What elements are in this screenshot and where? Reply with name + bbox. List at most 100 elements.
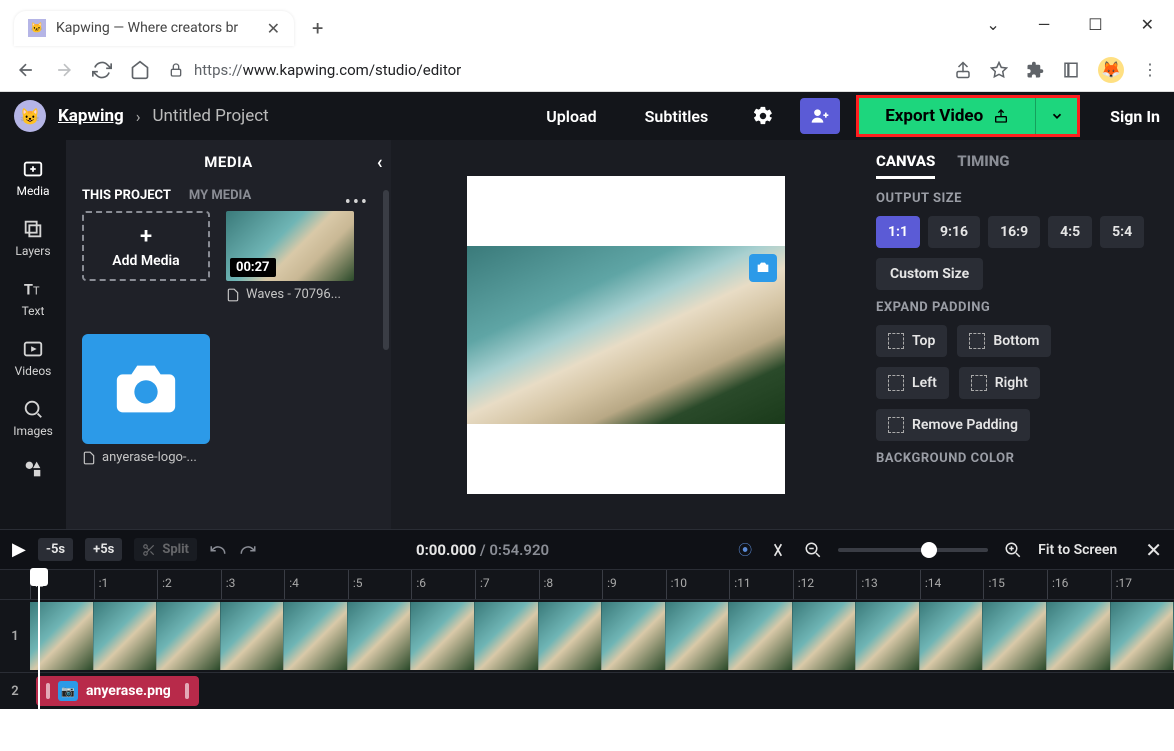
browser-tab[interactable]: 🐱 Kapwing — Where creators br ✕: [14, 11, 294, 46]
timeline-ruler[interactable]: :0:1:2:3:4:5:6:7:8:9:10:11:12:13:14:15:1…: [0, 569, 1174, 599]
clip-frame: [221, 602, 285, 670]
clip-name: Waves - 70796...: [246, 287, 341, 302]
tool-media[interactable]: Media: [0, 148, 66, 208]
forward-5s-button[interactable]: +5s: [85, 538, 122, 561]
export-dropdown-button[interactable]: [1035, 98, 1077, 134]
brand-link[interactable]: Kapwing: [58, 106, 124, 126]
window-minimize-icon[interactable]: —: [1038, 15, 1051, 34]
forward-icon[interactable]: [54, 60, 74, 80]
menu-dots-icon[interactable]: ⋮: [1142, 60, 1158, 79]
ratio-4-5[interactable]: 4:5: [1048, 216, 1092, 248]
tool-layers[interactable]: Layers: [0, 208, 66, 268]
export-video-button[interactable]: Export Video: [859, 98, 1035, 134]
subtitles-button[interactable]: Subtitles: [627, 107, 727, 126]
tab-close-icon[interactable]: ✕: [267, 19, 280, 38]
trim-icon[interactable]: [768, 540, 788, 560]
window-maximize-icon[interactable]: ☐: [1088, 15, 1102, 34]
upload-button[interactable]: Upload: [528, 107, 614, 126]
tool-text[interactable]: TT Text: [0, 268, 66, 328]
canvas-watermark-icon[interactable]: [749, 254, 777, 282]
share-icon[interactable]: [954, 61, 972, 79]
window-close-icon[interactable]: ✕: [1141, 15, 1154, 34]
ruler-tick: :2: [157, 570, 221, 599]
media-panel: MEDIA ‹ ••• THIS PROJECT MY MEDIA + Add …: [66, 140, 391, 529]
timeline-tracks: 1 2 📷 anyerase.png: [0, 599, 1174, 709]
new-tab-button[interactable]: +: [302, 10, 333, 46]
window-menu-icon[interactable]: ⌄: [986, 15, 999, 34]
zoom-slider[interactable]: [838, 548, 988, 552]
ratio-16-9[interactable]: 16:9: [988, 216, 1040, 248]
remove-padding-button[interactable]: Remove Padding: [876, 409, 1030, 441]
media-more-icon[interactable]: •••: [345, 192, 369, 213]
ruler-tick: :15: [983, 570, 1047, 599]
add-media-button[interactable]: + Add Media: [82, 211, 210, 281]
extensions-icon[interactable]: [1026, 61, 1044, 79]
redo-button[interactable]: [239, 541, 257, 559]
url-field[interactable]: https://www.kapwing.com/studio/editor: [168, 61, 936, 79]
media-panel-header: MEDIA ‹: [66, 140, 391, 184]
track-2-content[interactable]: 📷 anyerase.png: [30, 673, 1174, 709]
ruler-tick: :5: [348, 570, 412, 599]
pad-bottom-button[interactable]: Bottom: [957, 325, 1051, 357]
rewind-5s-button[interactable]: -5s: [38, 538, 73, 561]
undo-button[interactable]: [209, 541, 227, 559]
profile-extension-icon[interactable]: 🦊: [1098, 57, 1124, 83]
pad-icon: [888, 375, 904, 391]
images-icon: [22, 398, 44, 420]
pad-left-button[interactable]: Left: [876, 367, 949, 399]
file-icon: [82, 451, 96, 465]
media-clip-logo[interactable]: anyerase-logo-...: [82, 318, 210, 465]
image-clip[interactable]: 📷 anyerase.png: [36, 676, 199, 706]
clip-handle-left[interactable]: [46, 683, 50, 699]
home-icon[interactable]: [130, 60, 150, 80]
sign-in-link[interactable]: Sign In: [1110, 107, 1160, 126]
zoom-out-icon[interactable]: [804, 541, 822, 559]
track-number: 1: [0, 629, 30, 644]
collapse-panel-icon[interactable]: ‹: [377, 152, 383, 173]
settings-gear-icon[interactable]: [738, 105, 788, 127]
playhead[interactable]: [30, 568, 48, 586]
breadcrumb-separator: ›: [136, 107, 141, 126]
canvas-frame[interactable]: [467, 176, 785, 494]
ratio-1-1[interactable]: 1:1: [876, 216, 920, 248]
fit-to-screen-button[interactable]: Fit to Screen: [1038, 542, 1117, 558]
project-name[interactable]: Untitled Project: [153, 106, 269, 126]
media-clip-waves[interactable]: 00:27 Waves - 70796...: [226, 211, 354, 302]
tool-images[interactable]: Images: [0, 388, 66, 448]
media-tab-my-media[interactable]: MY MEDIA: [189, 188, 251, 203]
kapwing-logo-icon[interactable]: 😺: [14, 100, 46, 132]
tool-videos[interactable]: Videos: [0, 328, 66, 388]
canvas-video-layer[interactable]: [467, 246, 785, 424]
zoom-in-icon[interactable]: [1004, 541, 1022, 559]
close-timeline-icon[interactable]: ✕: [1145, 538, 1162, 562]
reading-list-icon[interactable]: [1062, 61, 1080, 79]
ruler-tick: :8: [539, 570, 603, 599]
media-scrollbar[interactable]: [383, 190, 389, 350]
export-share-icon: [993, 108, 1009, 124]
bookmark-star-icon[interactable]: [990, 61, 1008, 79]
ratio-5-4[interactable]: 5:4: [1100, 216, 1144, 248]
clip-frame: [602, 602, 666, 670]
props-tab-timing[interactable]: TIMING: [957, 152, 1009, 179]
zoom-slider-thumb[interactable]: [921, 542, 937, 558]
ruler-tick: :3: [221, 570, 285, 599]
pad-top-button[interactable]: Top: [876, 325, 947, 357]
video-clip[interactable]: [30, 602, 1174, 670]
track-1: 1: [0, 599, 1174, 672]
media-tab-this-project[interactable]: THIS PROJECT: [82, 188, 171, 203]
props-tab-canvas[interactable]: CANVAS: [876, 152, 935, 179]
back-icon[interactable]: [16, 60, 36, 80]
invite-button[interactable]: [800, 98, 840, 134]
split-button[interactable]: Split: [134, 538, 197, 561]
reload-icon[interactable]: [92, 60, 112, 80]
tool-elements[interactable]: [0, 448, 66, 490]
play-button[interactable]: ▶: [12, 539, 26, 560]
ratio-9-16[interactable]: 9:16: [928, 216, 980, 248]
pad-right-button[interactable]: Right: [959, 367, 1040, 399]
track-1-content[interactable]: [30, 600, 1174, 672]
ruler-tick: :4: [284, 570, 348, 599]
snap-icon[interactable]: ⦿: [738, 540, 752, 560]
clip-handle-right[interactable]: [185, 683, 189, 699]
custom-size-button[interactable]: Custom Size: [876, 258, 983, 290]
clip-frame: [920, 602, 984, 670]
